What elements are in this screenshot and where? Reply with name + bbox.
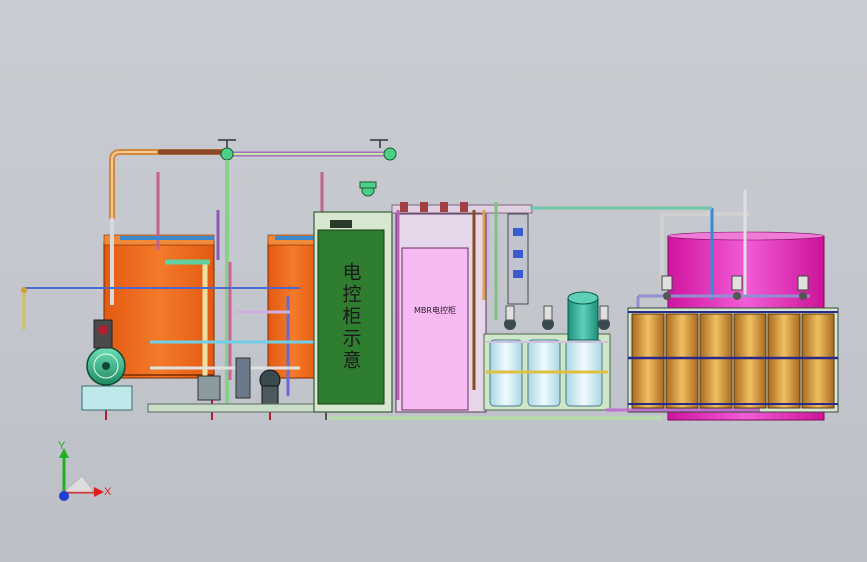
cad-viewport[interactable]: 电控柜示意 MBR电控柜 Y X bbox=[0, 0, 867, 562]
top-valve-right bbox=[370, 139, 397, 161]
x-axis-label: X bbox=[104, 486, 112, 498]
equipment-assembly-drawing bbox=[21, 139, 839, 421]
coordinate-triad: Y X bbox=[50, 440, 120, 510]
mbr-cabinet-label: MBR电控柜 bbox=[414, 306, 456, 315]
z-axis-dot bbox=[59, 491, 69, 501]
teal-column bbox=[567, 291, 599, 341]
x-axis-arrowhead bbox=[94, 487, 104, 497]
base-frame bbox=[147, 403, 321, 413]
top-piping bbox=[109, 149, 395, 221]
cartridge-filter-rack bbox=[483, 333, 611, 411]
copper-drum-rack bbox=[627, 307, 839, 413]
orange-tank-right bbox=[267, 234, 319, 379]
control-cabinet-label: 电控柜示意 bbox=[339, 262, 362, 372]
y-axis-label: Y bbox=[58, 440, 66, 452]
instrument-panel bbox=[486, 202, 529, 320]
inlet-valve-icon bbox=[21, 287, 27, 293]
